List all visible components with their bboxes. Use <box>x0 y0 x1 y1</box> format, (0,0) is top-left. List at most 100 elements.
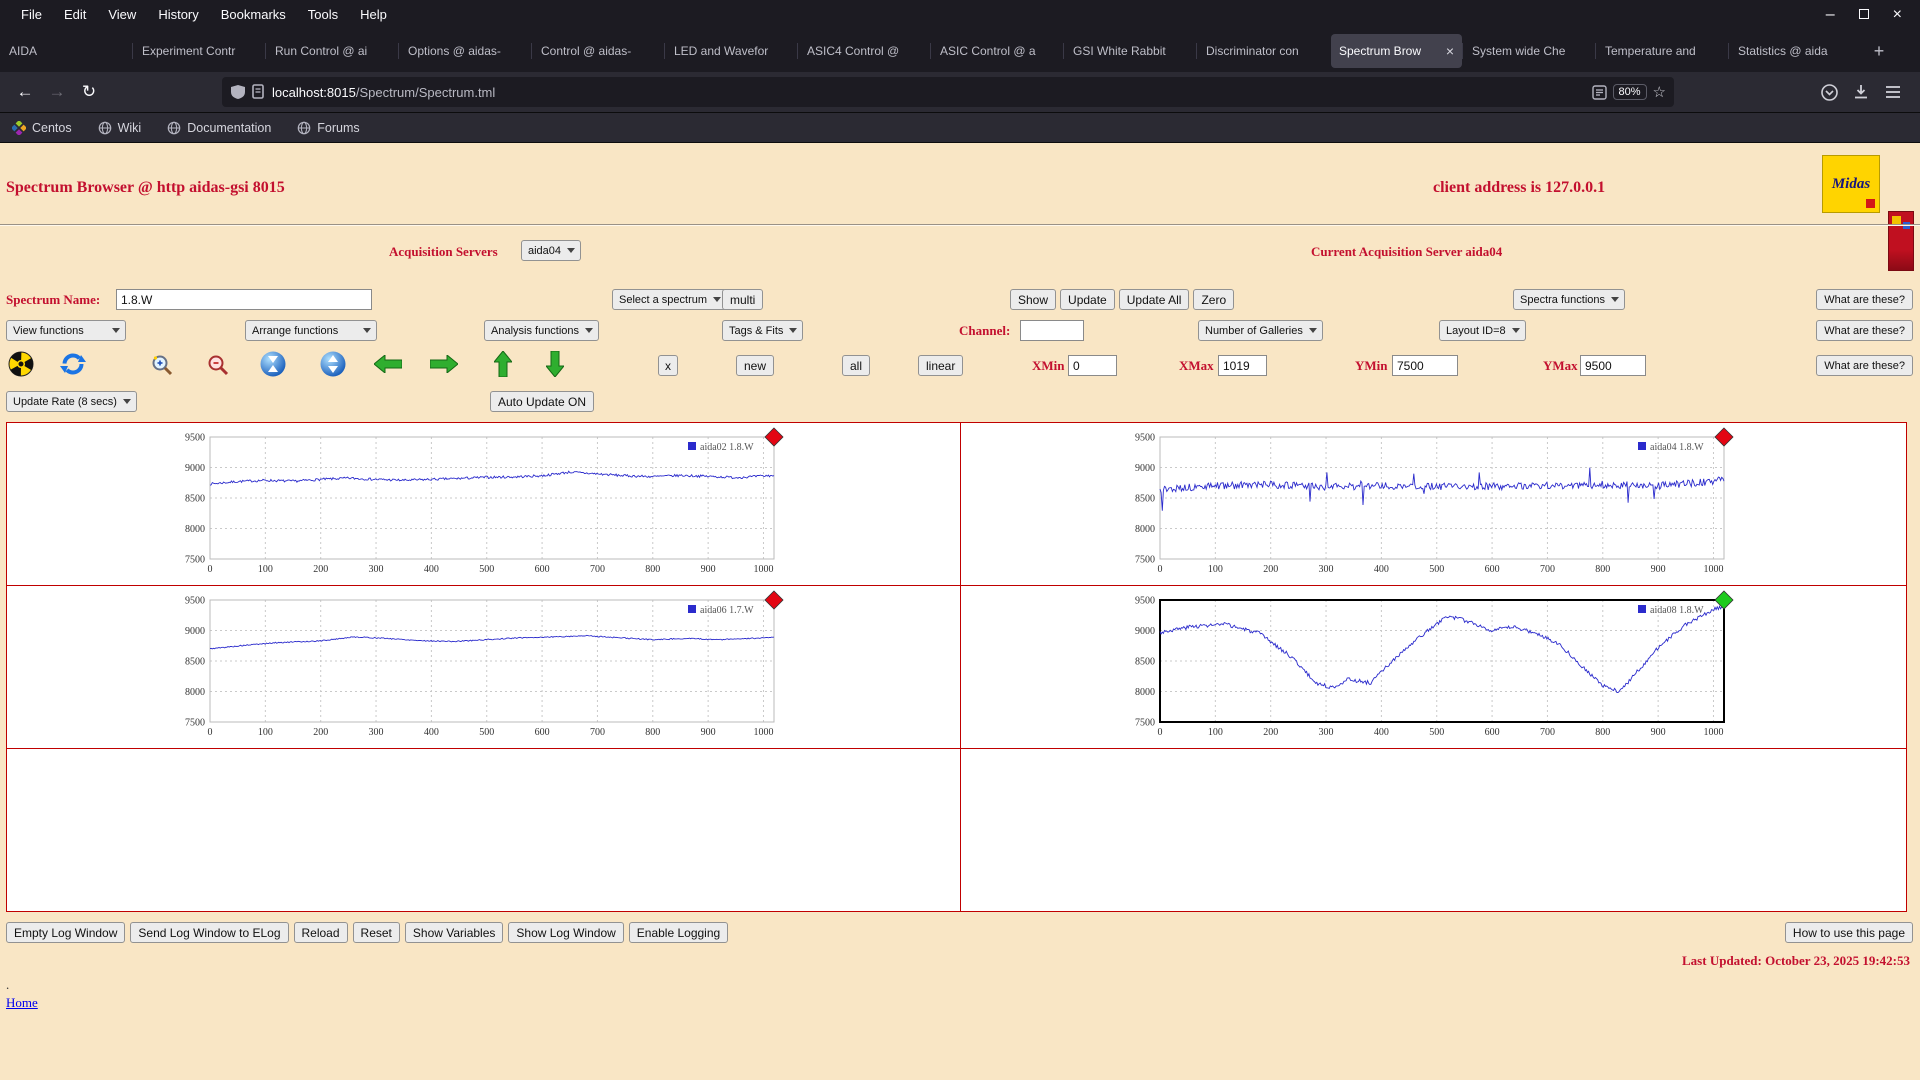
ymax-input[interactable] <box>1580 355 1646 376</box>
gallery-cell-1[interactable]: 7500 8000 8500 9000 9500 0 100 200 300 400 500 600 7… <box>7 423 961 586</box>
zero-button[interactable]: Zero <box>1193 289 1235 310</box>
number-of-galleries-select[interactable]: Number of Galleries <box>1198 320 1323 341</box>
arrange-functions-select[interactable]: Arrange functions <box>245 320 377 341</box>
compress-y-icon[interactable] <box>260 351 286 382</box>
tab-gsi-white-rabbit[interactable]: GSI White Rabbit <box>1063 34 1196 68</box>
reload-button[interactable]: ↻ <box>74 77 104 107</box>
spectrum-name-input[interactable] <box>116 289 372 310</box>
tab-spectrum-brow[interactable]: Spectrum Brow × <box>1331 34 1462 68</box>
xmax-input[interactable] <box>1218 355 1267 376</box>
gallery-cell-2[interactable]: 7500 8000 8500 9000 9500 0 100 200 300 400 500 600 7… <box>961 423 1906 586</box>
menu-help[interactable]: Help <box>349 0 398 30</box>
show-variables-button[interactable]: Show Variables <box>404 922 504 943</box>
acquisition-server-select[interactable]: aida04 <box>521 240 582 261</box>
channel-input[interactable] <box>1020 320 1084 341</box>
spectrum-chart-aida04[interactable]: 7500 8000 8500 9000 9500 0 100 200 300 400 500 600 7… <box>1114 425 1754 583</box>
forward-button[interactable]: → <box>42 77 72 107</box>
show-log-window-button[interactable]: Show Log Window <box>508 922 624 943</box>
tab-run-control-ai[interactable]: Run Control @ ai <box>265 34 398 68</box>
tab-close-icon[interactable]: × <box>1446 43 1454 59</box>
menu-tools[interactable]: Tools <box>297 0 349 30</box>
send-log-window-to-elog-button[interactable]: Send Log Window to ELog <box>130 922 289 943</box>
tab-discriminator-con[interactable]: Discriminator con <box>1196 34 1329 68</box>
tags-fits-select[interactable]: Tags & Fits <box>722 320 804 341</box>
menu-history[interactable]: History <box>147 0 209 30</box>
gallery-marker[interactable] <box>1713 590 1734 610</box>
xmin-input[interactable] <box>1068 355 1117 376</box>
what-are-these-button-3[interactable]: What are these? <box>1816 355 1913 376</box>
enable-logging-button[interactable]: Enable Logging <box>628 922 729 943</box>
what-are-these-button-1[interactable]: What are these? <box>1816 289 1913 310</box>
reload-button[interactable]: Reload <box>293 922 348 943</box>
empty-log-window-button[interactable]: Empty Log Window <box>6 922 126 943</box>
pan-up-icon[interactable] <box>492 350 514 382</box>
show-button[interactable]: Show <box>1010 289 1057 310</box>
radiation-icon[interactable] <box>8 351 34 382</box>
how-to-use-button[interactable]: How to use this page <box>1784 922 1913 943</box>
reader-mode-icon[interactable] <box>1591 84 1607 100</box>
update-all-button[interactable]: Update All <box>1118 289 1190 310</box>
menu-edit[interactable]: Edit <box>53 0 97 30</box>
update-button[interactable]: Update <box>1060 289 1115 310</box>
gallery-cell-6[interactable] <box>961 749 1906 911</box>
bookmark-documentation[interactable]: Documentation <box>167 121 271 135</box>
bookmark-wiki[interactable]: Wiki <box>98 121 141 135</box>
url-text[interactable]: localhost:8015/Spectrum/Spectrum.tml <box>272 85 1586 100</box>
bookmark-centos[interactable]: Centos <box>12 120 72 135</box>
bookmark-forums[interactable]: Forums <box>297 121 360 135</box>
select-spectrum-dropdown[interactable]: Select a spectrum <box>612 289 728 310</box>
tab-statistics-aida[interactable]: Statistics @ aida <box>1728 34 1861 68</box>
ymin-input[interactable] <box>1392 355 1458 376</box>
spectrum-chart-aida02[interactable]: 7500 8000 8500 9000 9500 0 100 200 300 400 500 600 7… <box>164 425 804 583</box>
all-button[interactable]: all <box>842 355 871 376</box>
minimize-button[interactable]: – <box>1826 7 1835 23</box>
zoom-out-icon[interactable] <box>206 353 230 382</box>
reset-button[interactable]: Reset <box>352 922 400 943</box>
page-info-icon[interactable] <box>252 84 266 100</box>
gallery-cell-5[interactable] <box>7 749 961 911</box>
pan-down-icon[interactable] <box>544 350 566 382</box>
gallery-marker[interactable] <box>763 590 784 610</box>
hamburger-menu-icon[interactable] <box>1878 77 1908 107</box>
close-button[interactable]: × <box>1893 7 1902 23</box>
what-are-these-button-2[interactable]: What are these? <box>1816 320 1913 341</box>
menu-bookmarks[interactable]: Bookmarks <box>210 0 297 30</box>
analysis-functions-select[interactable]: Analysis functions <box>484 320 600 341</box>
downloads-icon[interactable] <box>1846 77 1876 107</box>
linear-button[interactable]: linear <box>918 355 964 376</box>
x-axis-button[interactable]: x <box>658 355 678 376</box>
gallery-cell-3[interactable]: 7500 8000 8500 9000 9500 0 100 200 300 400 500 600 7… <box>7 586 961 749</box>
new-button[interactable]: new <box>736 355 775 376</box>
zoom-level-badge[interactable]: 80% <box>1612 84 1647 100</box>
spectrum-chart-aida06[interactable]: 7500 8000 8500 9000 9500 0 100 200 300 400 500 600 7… <box>164 588 804 746</box>
refresh-icon[interactable] <box>60 351 86 382</box>
multi-button[interactable]: multi <box>722 289 764 310</box>
pocket-icon[interactable] <box>1814 77 1844 107</box>
tab-asic-control-a[interactable]: ASIC Control @ a <box>930 34 1063 68</box>
spectrum-chart-aida08[interactable]: 7500 8000 8500 9000 9500 0 100 200 300 400 500 600 7… <box>1114 588 1754 746</box>
tab-aida[interactable]: AIDA <box>1 34 132 68</box>
tab-temperature-and[interactable]: Temperature and <box>1595 34 1728 68</box>
tab-options-aidas[interactable]: Options @ aidas- <box>398 34 531 68</box>
tab-control-aidas[interactable]: Control @ aidas- <box>531 34 664 68</box>
tab-led-and-wavefor[interactable]: LED and Wavefor <box>664 34 797 68</box>
pan-right-icon[interactable] <box>429 353 459 378</box>
zoom-in-icon[interactable] <box>150 353 174 382</box>
expand-y-icon[interactable] <box>320 351 346 382</box>
menu-file[interactable]: File <box>10 0 53 30</box>
gallery-marker[interactable] <box>763 427 784 447</box>
url-bar[interactable]: localhost:8015/Spectrum/Spectrum.tml 80%… <box>222 77 1674 107</box>
gallery-cell-4[interactable]: 7500 8000 8500 9000 9500 0 100 200 300 400 500 600 7… <box>961 586 1906 749</box>
update-rate-select[interactable]: Update Rate (8 secs) <box>6 391 137 412</box>
back-button[interactable]: ← <box>10 77 40 107</box>
home-link[interactable]: Home <box>6 995 38 1011</box>
tab-asic4-control[interactable]: ASIC4 Control @ <box>797 34 930 68</box>
new-tab-button[interactable]: + <box>1862 36 1896 66</box>
auto-update-button[interactable]: Auto Update ON <box>490 391 595 412</box>
bookmark-star-icon[interactable]: ☆ <box>1653 83 1666 101</box>
menu-view[interactable]: View <box>97 0 147 30</box>
spectra-functions-select[interactable]: Spectra functions <box>1513 289 1625 310</box>
tab-system-wide-che[interactable]: System wide Che <box>1462 34 1595 68</box>
shield-icon[interactable] <box>230 84 246 100</box>
layout-id-select[interactable]: Layout ID=8 <box>1439 320 1526 341</box>
